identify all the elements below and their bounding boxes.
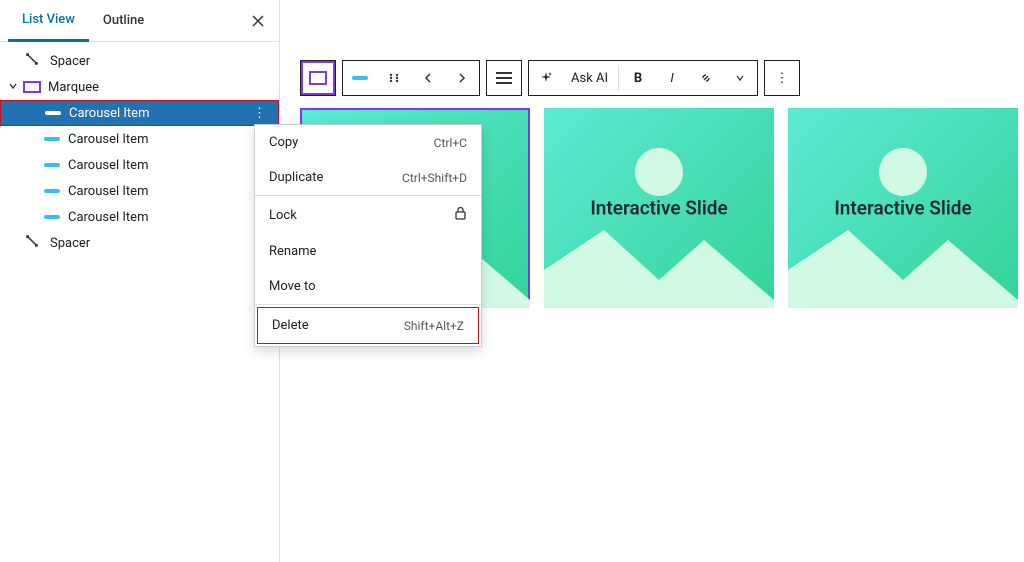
spacer-icon bbox=[24, 51, 44, 71]
slide-label: Interactive Slide bbox=[590, 197, 727, 220]
menu-label: Copy bbox=[269, 135, 298, 150]
more-formatting-button[interactable] bbox=[723, 61, 757, 95]
chevron-down-icon[interactable] bbox=[4, 80, 22, 95]
italic-button[interactable]: I bbox=[655, 61, 689, 95]
tree-label: Marquee bbox=[48, 80, 271, 95]
menu-separator bbox=[255, 304, 481, 305]
slide-label: Interactive Slide bbox=[834, 197, 971, 220]
menu-item-duplicate[interactable]: Duplicate Ctrl+Shift+D bbox=[255, 160, 481, 195]
carousel-item-icon bbox=[42, 181, 62, 201]
list-view-tree: Spacer Marquee Carousel Item ⋮ Carousel … bbox=[0, 42, 279, 262]
tree-label: Carousel Item bbox=[68, 210, 271, 225]
tab-list-view[interactable]: List View bbox=[8, 0, 89, 42]
placeholder-mountain-icon bbox=[544, 220, 774, 308]
slide[interactable]: Interactive Slide bbox=[544, 108, 774, 308]
tree-label: Carousel Item bbox=[68, 184, 271, 199]
tree-item-carousel[interactable]: Carousel Item bbox=[0, 178, 279, 204]
carousel-item-icon bbox=[42, 129, 62, 149]
align-button[interactable] bbox=[487, 61, 521, 95]
carousel-style-button[interactable] bbox=[343, 61, 377, 95]
sidebar-tabs: List View Outline bbox=[0, 0, 279, 42]
menu-item-copy[interactable]: Copy Ctrl+C bbox=[255, 125, 481, 160]
menu-item-lock[interactable]: Lock bbox=[255, 196, 481, 234]
marquee-icon bbox=[22, 77, 42, 97]
placeholder-sun-icon bbox=[879, 148, 927, 196]
tree-item-carousel[interactable]: Carousel Item bbox=[0, 152, 279, 178]
menu-shortcut: Shift+Alt+Z bbox=[404, 319, 464, 333]
tree-item-spacer[interactable]: Spacer bbox=[0, 230, 279, 256]
toolbar-more-icon[interactable]: ⋮ bbox=[765, 61, 799, 95]
menu-label: Delete bbox=[272, 318, 309, 333]
menu-item-delete[interactable]: Delete Shift+Alt+Z bbox=[257, 307, 479, 344]
carousel-item-icon bbox=[43, 103, 63, 123]
menu-shortcut: Ctrl+C bbox=[434, 136, 467, 150]
placeholder-sun-icon bbox=[635, 148, 683, 196]
context-menu: Copy Ctrl+C Duplicate Ctrl+Shift+D Lock … bbox=[254, 124, 482, 347]
tree-item-carousel[interactable]: Carousel Item bbox=[0, 204, 279, 230]
block-type-button[interactable] bbox=[301, 61, 335, 95]
tree-label: Carousel Item bbox=[69, 106, 249, 121]
menu-item-move-to[interactable]: Move to bbox=[255, 269, 481, 304]
menu-label: Move to bbox=[269, 279, 316, 294]
tree-label: Carousel Item bbox=[68, 158, 271, 173]
menu-shortcut: Ctrl+Shift+D bbox=[402, 171, 467, 185]
sidebar: List View Outline Spacer Marquee bbox=[0, 0, 280, 562]
more-options-icon[interactable]: ⋮ bbox=[249, 106, 270, 121]
slide[interactable]: Interactive Slide bbox=[788, 108, 1018, 308]
tree-label: Spacer bbox=[50, 236, 271, 251]
tree-label: Carousel Item bbox=[68, 132, 271, 147]
block-toolbar: Ask AI B I ⋮ bbox=[300, 60, 1024, 96]
lock-icon bbox=[454, 206, 467, 224]
ai-sparkle-icon[interactable] bbox=[529, 61, 563, 95]
menu-label: Duplicate bbox=[269, 170, 323, 185]
ask-ai-button[interactable]: Ask AI bbox=[563, 71, 616, 86]
tab-outline[interactable]: Outline bbox=[89, 1, 158, 40]
close-icon[interactable] bbox=[247, 10, 269, 36]
tree-item-spacer[interactable]: Spacer bbox=[0, 48, 279, 74]
move-right-button[interactable] bbox=[445, 61, 479, 95]
placeholder-mountain-icon bbox=[788, 220, 1018, 308]
drag-handle-icon[interactable] bbox=[377, 61, 411, 95]
menu-item-rename[interactable]: Rename bbox=[255, 234, 481, 269]
menu-label: Lock bbox=[269, 208, 297, 223]
move-left-button[interactable] bbox=[411, 61, 445, 95]
link-button[interactable] bbox=[689, 61, 723, 95]
tree-item-marquee[interactable]: Marquee bbox=[0, 74, 279, 100]
carousel-item-icon bbox=[42, 207, 62, 227]
carousel-item-icon bbox=[42, 155, 62, 175]
menu-label: Rename bbox=[269, 244, 316, 259]
spacer-icon bbox=[24, 233, 44, 253]
tree-item-carousel[interactable]: Carousel Item bbox=[0, 126, 279, 152]
tree-label: Spacer bbox=[50, 54, 271, 69]
tree-item-carousel-selected[interactable]: Carousel Item ⋮ bbox=[0, 100, 279, 126]
bold-button[interactable]: B bbox=[621, 61, 655, 95]
